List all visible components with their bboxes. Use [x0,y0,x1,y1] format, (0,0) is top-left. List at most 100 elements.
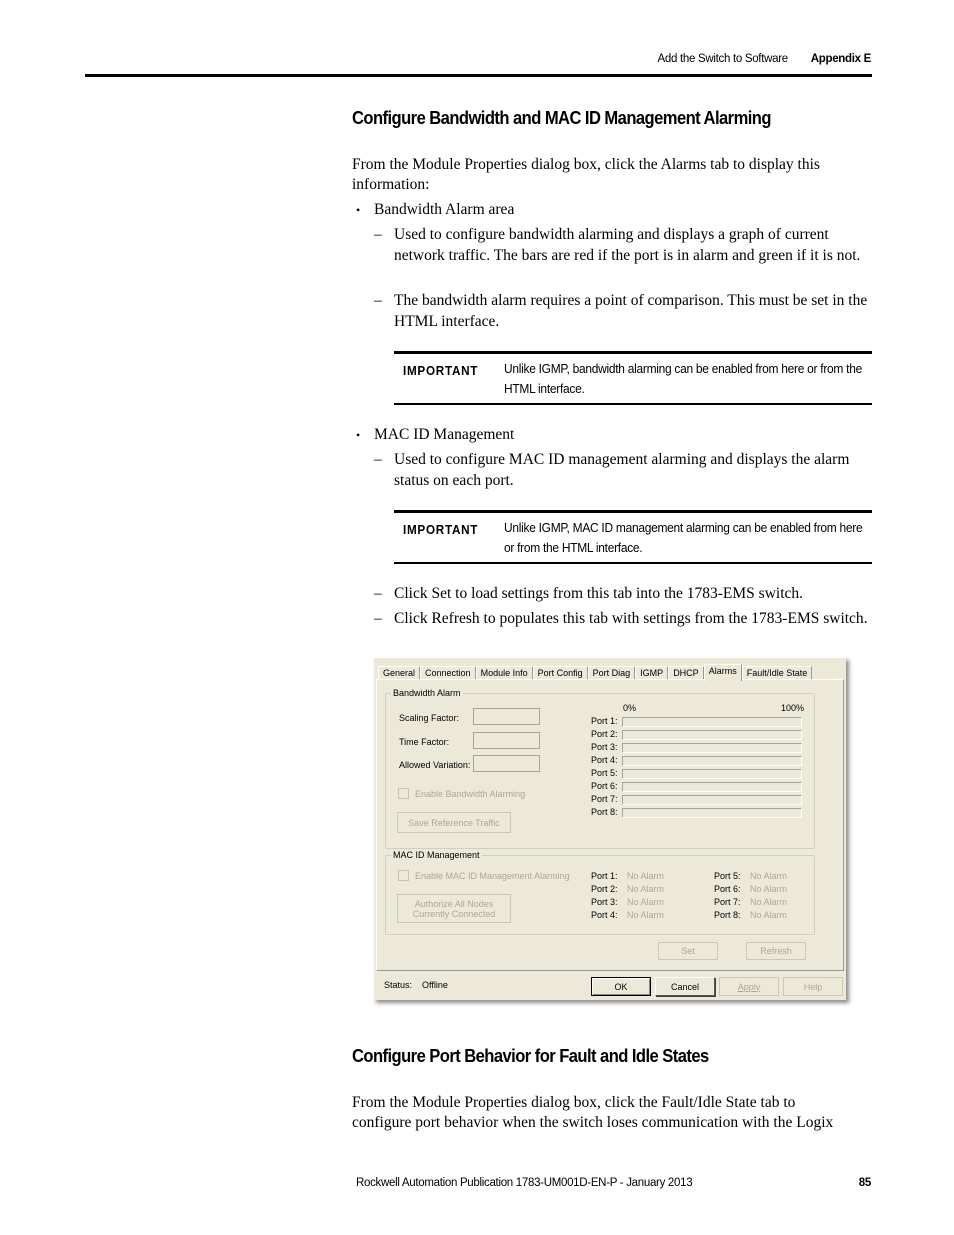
dash-item: Click Set to load settings from this tab… [374,584,872,605]
mac-port-alarm-status: No Alarm [627,871,665,881]
save-reference-traffic-button[interactable]: Save Reference Traffic [397,812,511,833]
tab-alarms[interactable]: Alarms [703,664,742,681]
bandwidth-port-bar [622,795,802,805]
bandwidth-port-bar [622,730,802,740]
module-properties-dialog: General Connection Module Info Port Config P… [373,657,846,1000]
scaling-factor-field[interactable] [473,708,540,725]
apply-button[interactable]: Apply [719,977,779,996]
section-fault-idle: Configure Port Behavior for Fault and Id… [352,1046,872,1067]
alarms-tab-panel: Bandwidth Alarm Scaling Factor: Time Fac… [376,679,844,971]
header-appendix: Appendix E [810,53,872,65]
mac-port-label: Port 7: [714,897,741,907]
dash-item: Click Refresh to populates this tab with… [374,609,872,630]
bandwidth-port-label: Port 7: [591,794,618,804]
mac-port-label: Port 3: [591,897,618,907]
section-intro: From the Module Properties dialog box, c… [352,155,852,195]
mac-id-management-legend: MAC ID Management [391,850,482,860]
important-tag: IMPORTANT [403,363,479,378]
tab-port-diag[interactable]: Port Diag [587,666,636,680]
help-button[interactable]: Help [783,977,843,996]
tab-module-info[interactable]: Module Info [475,666,533,680]
section-list: Bandwidth Alarm area Used to configure b… [352,200,872,650]
mac-port-label: Port 6: [714,884,741,894]
authorize-all-nodes-button[interactable]: Authorize All Nodes Currently Connected [397,894,511,923]
header-rule [85,74,872,77]
mac-port-alarm-status: No Alarm [627,884,665,894]
bandwidth-port-label: Port 3: [591,742,618,752]
allowed-variation-field[interactable] [473,755,540,772]
mac-port-alarm-status: No Alarm [750,884,788,894]
ok-button[interactable]: OK [591,977,651,996]
bandwidth-port-label: Port 5: [591,768,618,778]
dash-item: Used to configure MAC ID management alar… [374,450,872,491]
bandwidth-port-bar [622,743,802,753]
time-factor-label: Time Factor: [399,737,450,747]
bandwidth-alarm-group: Bandwidth Alarm Scaling Factor: Time Fac… [385,688,815,849]
mac-port-label: Port 4: [591,910,618,920]
bandwidth-alarm-legend: Bandwidth Alarm [391,688,463,698]
intro-paragraph: From the Module Properties dialog box, c… [352,1094,834,1131]
scale-max-label: 100% [781,703,805,713]
refresh-button[interactable]: Refresh [746,942,806,960]
dash-item: The bandwidth alarm requires a point of … [374,291,872,332]
dash-item: Used to configure bandwidth alarming and… [374,225,872,266]
section-title: Configure Bandwidth and MAC ID Managemen… [352,108,771,128]
mac-port-label: Port 5: [714,871,741,881]
enable-bandwidth-alarming-label: Enable Bandwidth Alarming [415,788,526,799]
enable-mac-id-alarming-label: Enable MAC ID Management Alarming [415,870,570,881]
important-note: IMPORTANT Unlike IGMP, bandwidth alarmin… [394,351,872,405]
status-label: Status: [384,980,413,990]
bandwidth-port-label: Port 6: [591,781,618,791]
bullet-mac-id: MAC ID Management [356,425,514,445]
time-factor-field[interactable] [473,732,540,749]
tab-igmp[interactable]: IGMP [635,666,669,680]
cancel-button[interactable]: Cancel [655,977,715,996]
bandwidth-port-label: Port 8: [591,807,618,817]
enable-mac-id-alarming-checkbox[interactable]: Enable MAC ID Management Alarming [398,870,570,881]
tab-port-config[interactable]: Port Config [532,666,588,680]
important-tag: IMPORTANT [403,522,479,537]
intro-paragraph: From the Module Properties dialog box, c… [352,156,820,193]
bandwidth-port-bar [622,717,802,727]
tab-general[interactable]: General [378,666,421,680]
set-button[interactable]: Set [658,942,718,960]
authorize-line-1: Authorize All Nodes [414,898,494,909]
page-number: 85 [858,1177,872,1189]
tab-connection[interactable]: Connection [420,666,476,680]
bandwidth-port-label: Port 4: [591,755,618,765]
section-bandwidth: Configure Bandwidth and MAC ID Managemen… [352,108,872,129]
enable-bandwidth-alarming-checkbox[interactable]: Enable Bandwidth Alarming [398,788,525,799]
bandwidth-port-bar [622,782,802,792]
mac-port-alarm-status: No Alarm [750,871,788,881]
mac-port-alarm-status: No Alarm [627,897,665,907]
section-title: Configure Port Behavior for Fault and Id… [352,1046,709,1066]
mac-port-alarm-status: No Alarm [750,897,788,907]
tab-fault-idle-state[interactable]: Fault/Idle State [741,666,813,680]
section-fault-idle-intro: From the Module Properties dialog box, c… [352,1093,857,1133]
important-text: Unlike IGMP, MAC ID management alarming … [504,520,863,555]
tab-strip: General Connection Module Info Port Config P… [378,664,813,681]
allowed-variation-label: Allowed Variation: [399,760,471,770]
bullet-bandwidth: Bandwidth Alarm area [356,200,514,220]
authorize-line-2: Currently Connected [412,908,496,919]
checkbox-box [398,788,409,799]
status-value: Offline [422,980,448,990]
bandwidth-port-label: Port 1: [591,716,618,726]
tab-dhcp[interactable]: DHCP [668,666,704,680]
mac-port-alarm-status: No Alarm [750,910,788,920]
bandwidth-port-bar [622,769,802,779]
header-section-title: Add the Switch to Software [657,53,789,65]
mac-port-label: Port 8: [714,910,741,920]
bandwidth-port-label: Port 2: [591,729,618,739]
mac-port-label: Port 1: [591,871,618,881]
important-note: IMPORTANT Unlike IGMP, MAC ID management… [394,510,872,564]
footer-publication: Rockwell Automation Publication 1783-UM0… [356,1177,693,1189]
mac-id-management-group: MAC ID Management Enable MAC ID Manageme… [385,850,815,935]
checkbox-box [398,870,409,881]
mac-port-label: Port 2: [591,884,618,894]
bandwidth-port-bar [622,808,802,818]
scaling-factor-label: Scaling Factor: [399,713,460,723]
mac-port-alarm-status: No Alarm [627,910,665,920]
running-header: Add the Switch to Software Appendix E [657,53,872,65]
scale-min-label: 0% [623,703,637,713]
